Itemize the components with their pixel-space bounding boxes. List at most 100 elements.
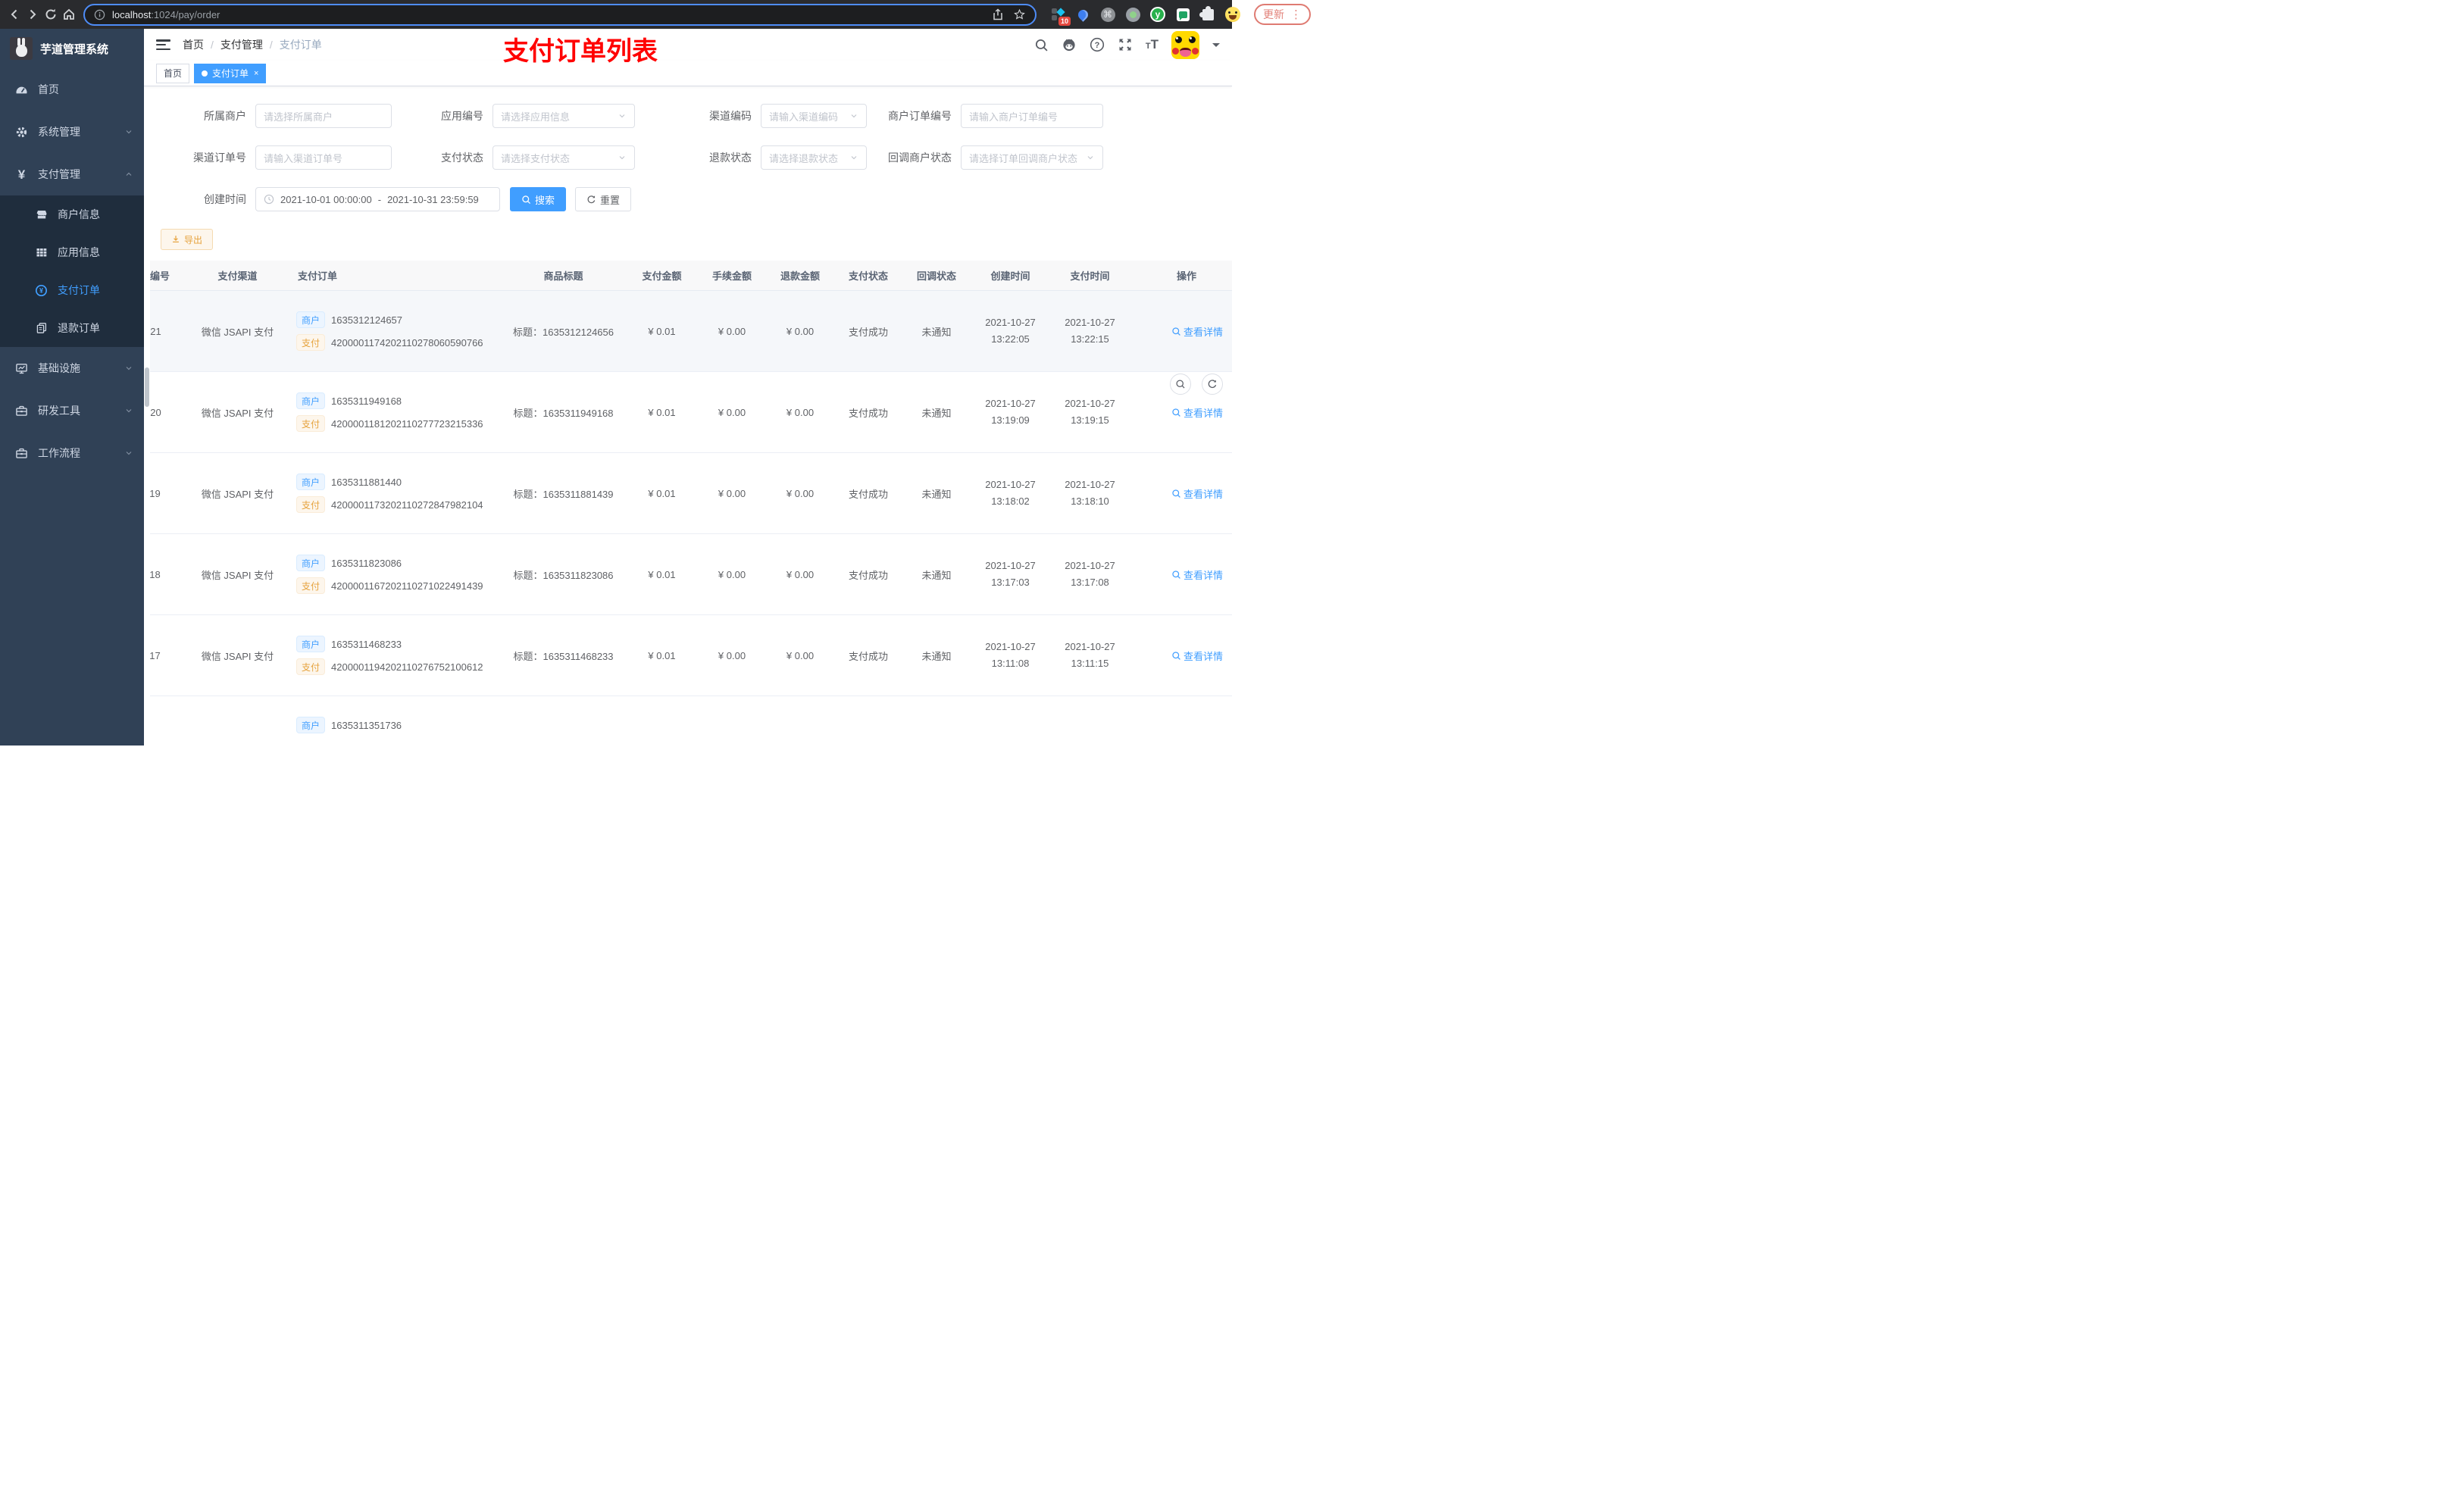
tag-close-icon[interactable]: ×: [254, 69, 258, 78]
chevron-down-icon: [1086, 153, 1095, 162]
sidebar-item-app-info[interactable]: 应用信息: [0, 233, 144, 271]
view-detail-link[interactable]: 查看详情: [1171, 649, 1223, 663]
sidebar-item-workflow[interactable]: 工作流程: [0, 432, 144, 474]
browser-menu-icon[interactable]: ⋮: [1290, 8, 1302, 21]
github-icon[interactable]: [1062, 37, 1077, 52]
search-icon: [522, 195, 531, 204]
export-button[interactable]: 导出: [161, 229, 214, 250]
notify-status: 未通知: [921, 569, 952, 581]
profile-avatar-icon[interactable]: [1225, 7, 1240, 22]
sidebar-item-payment[interactable]: ¥ 支付管理: [0, 153, 144, 195]
scrollbar-thumb[interactable]: [145, 367, 149, 407]
refund-status-select[interactable]: 请选择退款状态: [761, 145, 867, 170]
create-date: 2021-10-27: [985, 317, 1036, 328]
notify-status-select[interactable]: 请选择订单回调商户状态: [961, 145, 1103, 170]
pay-status-select[interactable]: 请选择支付状态: [492, 145, 635, 170]
filter-label: 应用编号: [441, 110, 483, 122]
filter-label: 渠道订单号: [193, 152, 246, 164]
sidebar-item-dev-tools[interactable]: 研发工具: [0, 389, 144, 432]
table-row: 117 微信 JSAPI 支付 商户 1635311468233 支付 4200…: [150, 615, 1232, 696]
filter-row-1: 所属商户 请选择所属商户 应用编号 请选择应用信息 渠道编码 请输入渠道编码 商…: [150, 104, 1232, 128]
merchant-order-no-input[interactable]: 请输入商户订单编号: [961, 104, 1103, 128]
command-extension-icon[interactable]: ⌘: [1100, 7, 1115, 22]
chat-extension-icon[interactable]: [1175, 7, 1190, 22]
user-avatar[interactable]: [1171, 30, 1199, 59]
fullscreen-icon[interactable]: [1118, 37, 1133, 52]
site-info-icon[interactable]: [94, 9, 105, 20]
font-size-icon[interactable]: TT: [1146, 37, 1159, 52]
chevron-down-icon: [849, 111, 858, 120]
sidebar-item-infrastructure[interactable]: 基础设施: [0, 347, 144, 389]
top-navbar: 首页 / 支付管理 / 支付订单 支付订单列表 ? TT: [144, 29, 1232, 66]
channel-order-no-input[interactable]: 请输入渠道订单号: [255, 145, 392, 170]
refund-amount: ¥ 0.00: [786, 568, 815, 580]
tag-pay-order[interactable]: 支付订单 ×: [194, 63, 267, 83]
filter-label: 退款状态: [709, 152, 752, 164]
search-icon[interactable]: [1034, 38, 1049, 52]
pay-order-no: 4200001174202110278060590766: [331, 336, 483, 349]
sidebar-toggle-icon[interactable]: [156, 39, 170, 50]
app-select[interactable]: 请选择应用信息: [492, 104, 635, 128]
blocks-extension-icon[interactable]: 10: [1050, 7, 1071, 26]
browser-forward-icon[interactable]: [26, 5, 39, 24]
pay-date: 2021-10-27: [1065, 398, 1115, 409]
help-icon[interactable]: ?: [1090, 37, 1105, 52]
sidebar-item-merchant-info[interactable]: 商户信息: [0, 195, 144, 233]
product-title: 标题：1635311881439: [513, 488, 614, 500]
fee-amount: ¥ 0.00: [718, 568, 746, 580]
order-id: 120: [150, 406, 161, 418]
refresh-table-button[interactable]: [1202, 374, 1223, 395]
reset-button[interactable]: 重置: [575, 187, 632, 211]
pay-amount: ¥ 0.01: [648, 649, 676, 661]
browser-reload-icon[interactable]: [44, 5, 58, 24]
view-detail-link[interactable]: 查看详情: [1171, 405, 1223, 420]
search-button[interactable]: 搜索: [510, 187, 567, 211]
fee-amount: ¥ 0.00: [718, 325, 746, 337]
monitor-icon: [15, 362, 28, 375]
record-extension-icon[interactable]: [1125, 7, 1140, 22]
sidebar-item-system[interactable]: 系统管理: [0, 111, 144, 153]
create-time-range-picker[interactable]: 2021-10-01 00:00:00 - 2021-10-31 23:59:5…: [255, 187, 500, 211]
pay-time: 13:22:15: [1071, 333, 1109, 345]
table-row: 119 微信 JSAPI 支付 商户 1635311881440 支付 4200…: [150, 453, 1232, 534]
extension-badge: 10: [1058, 17, 1071, 26]
pay-channel: 微信 JSAPI 支付: [201, 488, 274, 500]
pay-tag: 支付: [296, 415, 326, 432]
tag-home[interactable]: 首页: [156, 63, 190, 83]
browser-home-icon[interactable]: [62, 5, 76, 24]
breadcrumb-home[interactable]: 首页: [183, 37, 204, 52]
fee-amount: ¥ 0.00: [718, 406, 746, 418]
view-detail-link[interactable]: 查看详情: [1171, 486, 1223, 501]
tags-view: 首页 支付订单 ×: [144, 61, 1232, 86]
breadcrumb-payment[interactable]: 支付管理: [220, 37, 263, 52]
table-row: 120 微信 JSAPI 支付 商户 1635311949168 支付 4200…: [150, 372, 1232, 453]
active-tag-dot: [202, 70, 208, 77]
page-title-annotation: 支付订单列表: [503, 37, 658, 66]
view-detail-link[interactable]: 查看详情: [1171, 567, 1223, 582]
chevron-up-icon: [124, 170, 133, 179]
pay-order-no: 4200001181202110277723215336: [331, 417, 483, 430]
pay-channel: 微信 JSAPI 支付: [201, 569, 274, 581]
chrome-update-button[interactable]: 更新 ⋮: [1254, 4, 1311, 25]
sidebar-item-refund-order[interactable]: 退款订单: [0, 309, 144, 347]
browser-back-icon[interactable]: [8, 5, 21, 24]
grid-icon: [35, 246, 48, 259]
pay-tag: 支付: [296, 658, 326, 675]
channel-code-select[interactable]: 请输入渠道编码: [761, 104, 867, 128]
merchant-select[interactable]: 请选择所属商户: [255, 104, 392, 128]
sidebar-item-home[interactable]: 首页: [0, 68, 144, 111]
avatar-caret-icon[interactable]: [1212, 42, 1220, 51]
bookmark-star-icon[interactable]: [1013, 8, 1026, 21]
pin-extension-icon[interactable]: [1075, 7, 1090, 22]
y-extension-icon[interactable]: y: [1150, 7, 1165, 22]
filter-label: 商户订单编号: [888, 110, 952, 122]
merchant-order-no: 1635311823086: [331, 557, 402, 569]
extensions-puzzle-icon[interactable]: [1199, 5, 1215, 22]
address-bar[interactable]: localhost:1024/pay/order: [83, 3, 1037, 26]
merchant-order-no: 1635311881440: [331, 476, 402, 488]
toggle-search-button[interactable]: [1170, 374, 1191, 395]
sidebar-item-pay-order[interactable]: ¥ 支付订单: [0, 271, 144, 309]
share-icon[interactable]: [992, 8, 1004, 20]
app-logo[interactable]: 芋道管理系统: [0, 29, 144, 68]
view-detail-link[interactable]: 查看详情: [1171, 324, 1223, 339]
